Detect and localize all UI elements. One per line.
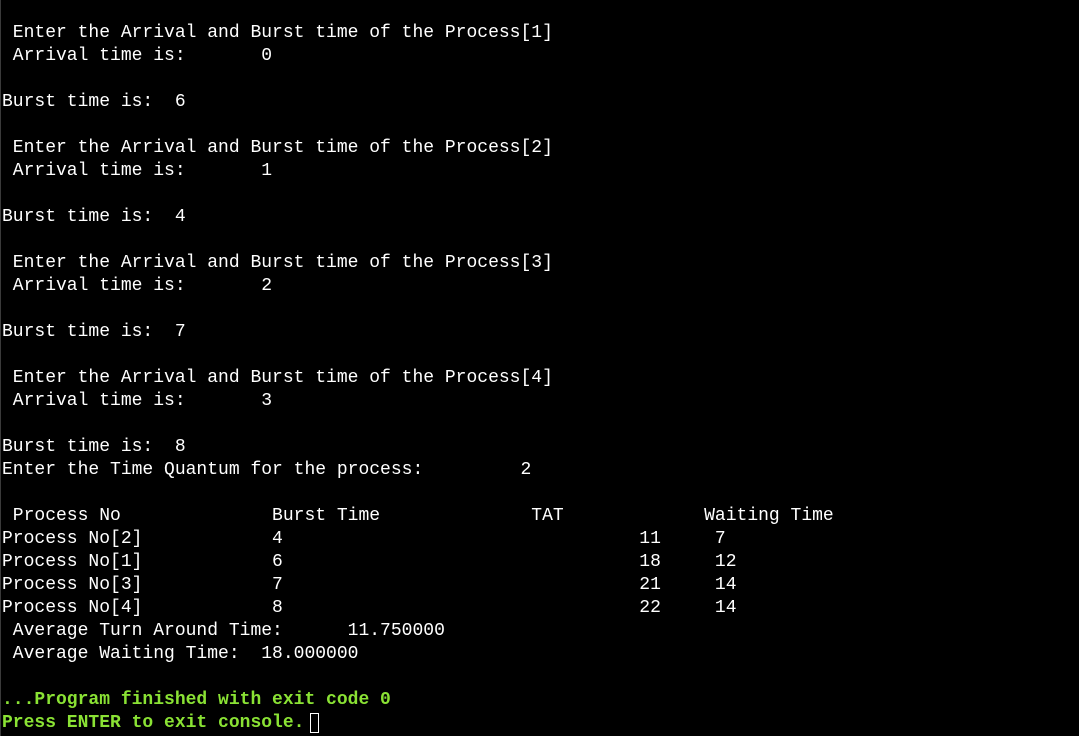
process-3-prompt: Enter the Arrival and Burst time of the … (2, 253, 553, 273)
window-left-border (0, 0, 1, 736)
program-finished-message: ...Program finished with exit code 0 (2, 690, 391, 710)
process-4-arrival: Arrival time is: 3 (2, 391, 273, 411)
results-table-row: Process No[4] 8 22 14 (2, 598, 737, 618)
process-3-arrival: Arrival time is: 2 (2, 276, 273, 296)
results-table-header: Process No Burst Time TAT Waiting Time (2, 506, 834, 526)
process-2-burst: Burst time is: 4 (2, 207, 186, 227)
average-turnaround-line: Average Turn Around Time: 11.750000 (2, 621, 445, 641)
results-table-row: Process No[1] 6 18 12 (2, 552, 737, 572)
results-table-row: Process No[3] 7 21 14 (2, 575, 737, 595)
process-1-prompt: Enter the Arrival and Burst time of the … (2, 23, 553, 43)
results-table-row: Process No[2] 4 11 7 (2, 529, 726, 549)
time-quantum-line: Enter the Time Quantum for the process: … (2, 460, 532, 480)
process-1-burst: Burst time is: 6 (2, 92, 186, 112)
text-cursor (310, 713, 319, 733)
process-2-prompt: Enter the Arrival and Burst time of the … (2, 138, 553, 158)
process-2-arrival: Arrival time is: 1 (2, 161, 273, 181)
press-enter-message: Press ENTER to exit console. (2, 713, 305, 733)
process-4-prompt: Enter the Arrival and Burst time of the … (2, 368, 553, 388)
process-3-burst: Burst time is: 7 (2, 322, 186, 342)
process-4-burst: Burst time is: 8 (2, 437, 186, 457)
console-output[interactable]: Enter the Arrival and Burst time of the … (0, 0, 1079, 736)
average-waiting-line: Average Waiting Time: 18.000000 (2, 644, 359, 664)
process-1-arrival: Arrival time is: 0 (2, 46, 273, 66)
